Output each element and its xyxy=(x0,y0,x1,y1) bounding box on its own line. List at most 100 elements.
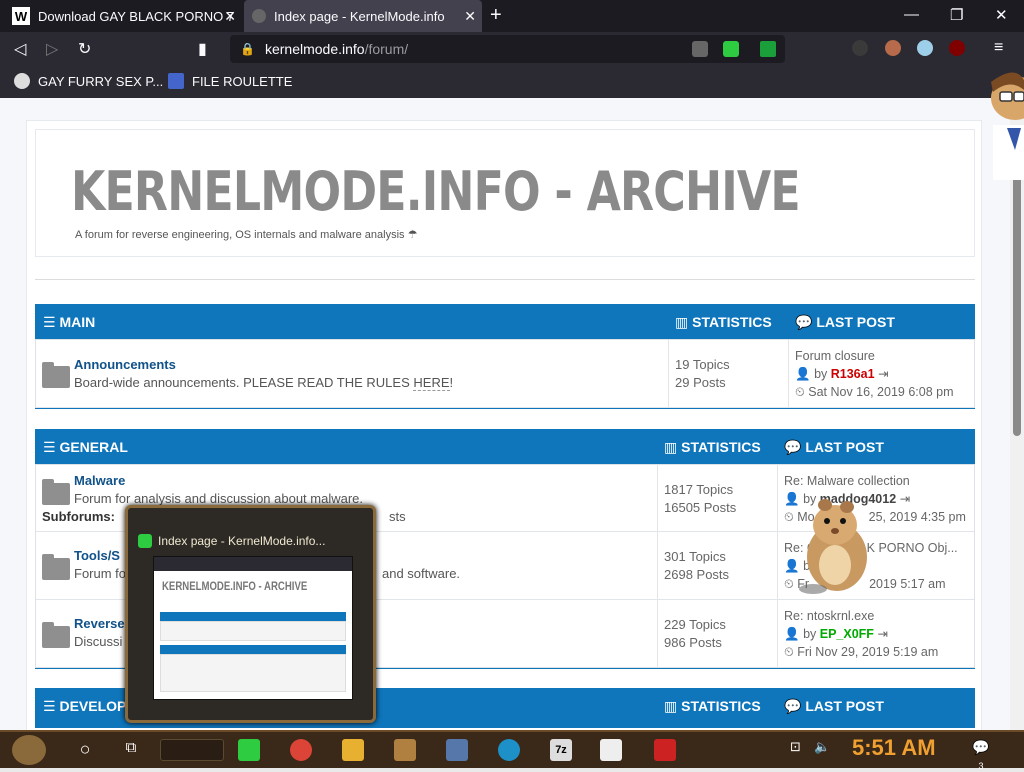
close-icon[interactable]: ✕ xyxy=(224,8,236,25)
clock-icon: ⏲ xyxy=(784,510,794,524)
forum-title[interactable]: Announcements xyxy=(74,357,176,372)
new-tab-plus-icon[interactable]: + xyxy=(490,4,502,27)
goto-post-icon[interactable]: ⇥ xyxy=(878,367,888,381)
user-icon: 👤 xyxy=(795,367,811,381)
task-view-icon[interactable]: ⧉ xyxy=(120,739,142,761)
thumbnail-title: Index page - KernelMode.info... xyxy=(158,534,326,548)
clock-icon: ⏲ xyxy=(784,577,794,591)
forum-title[interactable]: Malware xyxy=(74,473,125,488)
bookmark-item[interactable]: FILE ROULETTE xyxy=(168,73,292,89)
forum-stats: 229 Topics 986 Posts xyxy=(664,617,726,650)
minimize-icon[interactable]: — xyxy=(904,6,919,23)
menu-icon[interactable]: ≡ xyxy=(994,39,1003,57)
column-divider xyxy=(788,340,789,407)
camera-blocked-icon[interactable] xyxy=(692,41,708,57)
thumbnail-screenshot[interactable]: KERNELMODE.INFO - ARCHIVE xyxy=(153,556,353,700)
taskbar-empty-slot[interactable] xyxy=(160,739,224,761)
forward-icon[interactable]: ▷ xyxy=(46,39,58,59)
network-icon[interactable]: ⊡ xyxy=(790,739,812,761)
bookmarks-bar: GAY FURRY SEX P... FILE ROULETTE xyxy=(0,66,1024,98)
folder-icon[interactable] xyxy=(342,739,364,761)
ublock-icon[interactable] xyxy=(949,40,965,56)
chat-icon: 💬 xyxy=(784,698,802,714)
chat-icon: 💬 xyxy=(795,314,813,330)
search-circle-icon[interactable]: ○ xyxy=(74,739,96,761)
goto-post-icon[interactable]: ⇥ xyxy=(900,492,910,506)
restore-icon[interactable]: ❐ xyxy=(950,6,963,24)
bookmark-item[interactable]: GAY FURRY SEX P... xyxy=(14,73,163,89)
chrome-icon[interactable] xyxy=(290,739,312,761)
notification-icon[interactable]: 💬3 xyxy=(970,739,992,771)
folder-icon xyxy=(42,554,70,580)
category-name[interactable]: ☰ DEVELOP xyxy=(43,698,126,715)
last-post-title[interactable]: Re: ntoskrnl.exe xyxy=(784,607,938,625)
category-name[interactable]: ☰ GENERAL xyxy=(43,439,128,456)
last-post-header: 💬 LAST POST xyxy=(784,439,884,455)
last-post-header: 💬 LAST POST xyxy=(784,698,884,714)
url-bar[interactable]: 🔒 kernelmode.info /forum/ xyxy=(230,35,785,63)
avatar-icon[interactable] xyxy=(885,40,901,56)
author-link[interactable]: EP_X0FF xyxy=(820,627,874,641)
cartoon-man-icon xyxy=(991,72,1024,180)
folder-icon xyxy=(42,622,70,648)
forum-row: Announcements Board-wide announcements. … xyxy=(36,340,974,408)
forum-title[interactable]: Tools/S xyxy=(74,548,120,563)
forum-title[interactable]: Reverse xyxy=(74,616,125,631)
back-icon[interactable]: ◁ xyxy=(14,39,26,59)
bar-chart-icon: ▥ xyxy=(675,314,689,330)
extension-icon[interactable] xyxy=(852,40,868,56)
bookmark-label: GAY FURRY SEX P... xyxy=(38,73,164,89)
forum-description: Board-wide announcements. PLEASE READ TH… xyxy=(74,375,454,391)
site-description: A forum for reverse engineering, OS inte… xyxy=(75,229,418,241)
tab-download[interactable]: W Download GAY BLACK PORNO 7 ✕ xyxy=(4,0,242,32)
close-window-icon[interactable]: ✕ xyxy=(995,6,1008,24)
close-icon[interactable]: ✕ xyxy=(464,8,476,25)
site-title[interactable]: KERNELMODE.INFO - ARCHIVE xyxy=(71,160,801,223)
mini-toolbar xyxy=(154,557,352,571)
chat-app-icon[interactable] xyxy=(238,739,260,761)
last-post: Forum closure 👤 by R136a1 ⇥ ⏲ Sat Nov 16… xyxy=(795,347,954,399)
rules-link[interactable]: HERE xyxy=(413,375,450,391)
game-icon[interactable] xyxy=(394,739,416,761)
python-icon[interactable] xyxy=(446,739,468,761)
goto-post-icon[interactable]: ⇥ xyxy=(877,627,887,641)
last-post-title[interactable]: Re: Malware collection xyxy=(784,472,966,490)
bookmark-icon[interactable]: ▮ xyxy=(198,39,207,59)
taskbar-thumbnail-preview[interactable]: Index page - KernelMode.info... KERNELMO… xyxy=(125,505,376,723)
edge-icon[interactable] xyxy=(498,739,520,761)
tab-kernelmode[interactable]: Index page - KernelMode.info ✕ xyxy=(244,0,482,32)
tab-title: Index page - KernelMode.info xyxy=(274,8,445,24)
url-path: /forum/ xyxy=(364,41,409,57)
start-button-icon[interactable] xyxy=(12,735,46,765)
last-post: Re: ntoskrnl.exe 👤 by EP_X0FF ⇥ ⏲ Fri No… xyxy=(784,607,939,659)
forum-description: Forum fo xyxy=(74,566,127,581)
flag-extension-icon[interactable] xyxy=(917,40,933,56)
bar-chart-icon: ▥ xyxy=(664,439,678,455)
column-divider xyxy=(777,532,778,599)
page-scrollbar[interactable] xyxy=(1010,98,1024,730)
7zip-icon[interactable]: 7z xyxy=(550,739,572,761)
last-post-title[interactable]: Forum closure xyxy=(795,347,953,365)
mini-forum-row xyxy=(160,654,346,692)
category-name[interactable]: ☰ MAIN xyxy=(43,314,95,331)
mini-forum-row xyxy=(160,621,346,641)
subforum-link[interactable]: sts xyxy=(389,509,406,524)
column-divider xyxy=(657,465,658,531)
cards-icon[interactable] xyxy=(600,739,622,761)
mini-site-title: KERNELMODE.INFO - ARCHIVE xyxy=(162,579,308,593)
subforums-label: Subforums: xyxy=(42,509,115,524)
author-link[interactable]: R136a1 xyxy=(831,367,875,381)
chat-extension-icon[interactable] xyxy=(723,41,739,57)
category-main: ☰ MAIN ▥ STATISTICS 💬 LAST POST Announce… xyxy=(35,304,975,409)
cards-red-icon[interactable] xyxy=(654,739,676,761)
column-divider xyxy=(777,465,778,531)
volume-muted-icon[interactable]: 🔈 xyxy=(814,739,836,761)
url-domain: kernelmode.info xyxy=(264,41,365,57)
mini-category-bar xyxy=(160,612,346,621)
shield-extension-icon[interactable] xyxy=(760,41,776,57)
forum-description: Forum for analysis and discussion about … xyxy=(74,491,364,506)
statistics-header: ▥ STATISTICS xyxy=(675,314,772,330)
taskbar-clock[interactable]: 5:51 AM xyxy=(852,735,936,761)
hamster-icon xyxy=(799,499,867,594)
reload-icon[interactable]: ↻ xyxy=(78,39,91,59)
